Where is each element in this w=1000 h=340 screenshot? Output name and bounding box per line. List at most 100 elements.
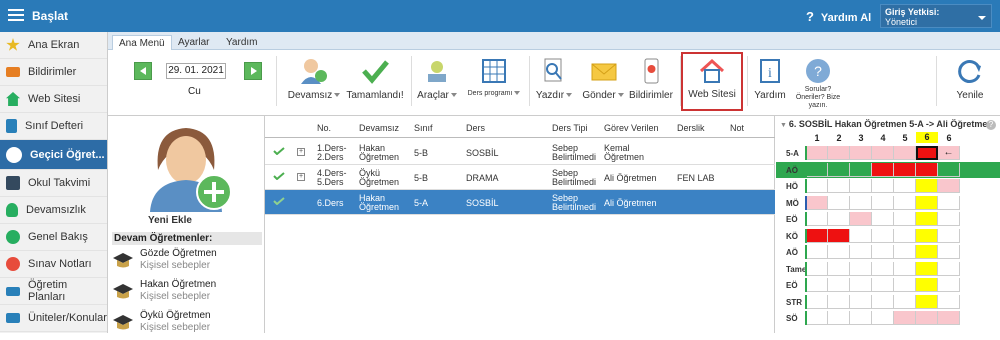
grid-cell[interactable]	[828, 195, 850, 210]
grid-cell[interactable]	[850, 228, 872, 243]
grid-cell[interactable]	[806, 261, 828, 276]
grid-cell[interactable]	[938, 228, 960, 243]
yazdir-button[interactable]: Yazdır	[532, 56, 576, 106]
grid-cell[interactable]	[806, 311, 828, 325]
grid-cell[interactable]	[850, 212, 872, 226]
hamburger-menu-icon[interactable]	[8, 9, 24, 22]
col-gorev-verilen[interactable]: Görev Verilen	[604, 123, 659, 133]
sidebar-item-gecici-ogretmen[interactable]: Geçici Öğret...	[0, 140, 107, 170]
bildirimler-button[interactable]: Bildirimler	[626, 56, 676, 106]
grid-cell[interactable]	[806, 162, 828, 177]
grid-cell[interactable]	[850, 245, 872, 259]
grid-cell[interactable]	[894, 146, 916, 160]
next-day-button[interactable]	[244, 62, 262, 80]
grid-cell[interactable]	[828, 162, 850, 177]
auth-selector[interactable]: Giriş Yetkisi: Yönetici	[880, 4, 992, 28]
araclar-button[interactable]: Araçlar	[414, 56, 460, 106]
grid-cell[interactable]	[894, 179, 916, 193]
grid-cell[interactable]	[916, 162, 938, 177]
col-derslik[interactable]: Derslik	[677, 123, 705, 133]
tab-yardim[interactable]: Yardım	[220, 35, 264, 50]
grid-cell[interactable]	[806, 179, 828, 193]
grid-cell[interactable]	[872, 212, 894, 226]
grid-cell[interactable]	[806, 146, 828, 160]
grid-cell[interactable]	[828, 179, 850, 193]
grid-cell[interactable]	[894, 261, 916, 276]
expand-icon[interactable]: +	[297, 148, 305, 156]
sidebar-item-ana-ekran[interactable]: Ana Ekran	[0, 32, 107, 59]
sidebar-item-uniteler-konular[interactable]: Üniteler/Konular	[0, 305, 107, 332]
grid-cell[interactable]	[916, 212, 938, 226]
grid-cell[interactable]	[938, 195, 960, 210]
grid-cell[interactable]	[872, 146, 894, 160]
col-no[interactable]: No.	[317, 123, 331, 133]
expand-icon[interactable]: +	[297, 173, 305, 181]
grid-cell[interactable]	[894, 278, 916, 292]
sidebar-item-sinif-defteri[interactable]: Sınıf Defteri	[0, 113, 107, 140]
grid-cell[interactable]	[894, 245, 916, 259]
grid-cell[interactable]	[894, 162, 916, 177]
grid-cell[interactable]	[828, 278, 850, 292]
grid-cell[interactable]	[806, 228, 828, 243]
grid-cell[interactable]	[828, 261, 850, 276]
grid-cell[interactable]	[872, 261, 894, 276]
grid-cell[interactable]	[894, 294, 916, 309]
help-link[interactable]: ? Yardım Al	[806, 9, 871, 24]
table-row[interactable]: + 4.Ders- 5.Ders Öykü Öğretmen 5-B DRAMA…	[265, 165, 775, 190]
sidebar-item-sinav-notlari[interactable]: Sınav Notları	[0, 251, 107, 278]
grid-cell[interactable]	[916, 311, 938, 325]
grid-cell[interactable]	[806, 245, 828, 259]
grid-cell[interactable]	[894, 195, 916, 210]
grid-cell[interactable]	[916, 294, 938, 309]
sidebar-item-web-sitesi[interactable]: Web Sitesi	[0, 86, 107, 113]
grid-cell[interactable]	[872, 179, 894, 193]
grid-cell[interactable]	[872, 245, 894, 259]
grid-cell[interactable]	[872, 294, 894, 309]
grid-cell[interactable]	[938, 179, 960, 193]
grid-cell[interactable]	[850, 294, 872, 309]
grid-cell[interactable]	[916, 278, 938, 292]
devamsiz-button[interactable]: Devamsız	[286, 56, 342, 106]
grid-cell[interactable]	[916, 261, 938, 276]
grid-cell[interactable]	[872, 278, 894, 292]
sidebar-item-genel-bakis[interactable]: Genel Bakış	[0, 224, 107, 251]
grid-cell[interactable]	[894, 212, 916, 226]
date-field[interactable]: 29. 01. 2021	[166, 63, 226, 79]
grid-cell[interactable]	[806, 212, 828, 226]
grid-cell[interactable]	[850, 261, 872, 276]
grid-cell[interactable]	[828, 212, 850, 226]
tamamlandi-button[interactable]: Tamamlandı!	[346, 56, 404, 106]
grid-cell[interactable]	[850, 162, 872, 177]
add-new-button[interactable]: Yeni Ekle	[148, 215, 192, 226]
table-row[interactable]: + 1.Ders- 2.Ders Hakan Öğretmen 5-B SOSB…	[265, 140, 775, 165]
grid-cell[interactable]: ←	[938, 146, 960, 160]
collapse-icon[interactable]: ▼	[780, 122, 789, 129]
grid-cell[interactable]	[894, 228, 916, 243]
grid-cell[interactable]	[872, 228, 894, 243]
grid-cell[interactable]	[938, 311, 960, 325]
col-devamsiz[interactable]: Devamsız	[359, 123, 399, 133]
grid-cell[interactable]	[850, 278, 872, 292]
table-row-selected[interactable]: 6.Ders Hakan Öğretmen 5-A SOSBİL Sebep B…	[265, 190, 775, 215]
grid-cell[interactable]	[828, 245, 850, 259]
teacher-item[interactable]: Öykü Öğretmen Kişisel sebepler	[112, 310, 262, 340]
grid-cell[interactable]	[938, 294, 960, 309]
teacher-item[interactable]: Hakan Öğretmen Kişisel sebepler	[112, 279, 262, 309]
grid-cell[interactable]	[916, 146, 938, 160]
grid-cell[interactable]	[938, 212, 960, 226]
grid-cell[interactable]	[938, 261, 960, 276]
grid-cell[interactable]	[806, 195, 828, 210]
grid-cell[interactable]	[806, 294, 828, 309]
web-sitesi-button[interactable]: Web Sitesi	[681, 52, 743, 111]
grid-cell[interactable]	[938, 278, 960, 292]
sidebar-item-bildirimler[interactable]: Bildirimler	[0, 59, 107, 86]
grid-cell[interactable]	[850, 195, 872, 210]
tab-ayarlar[interactable]: Ayarlar	[172, 35, 216, 50]
ders-programi-button[interactable]: Ders programı	[463, 56, 525, 106]
feedback-button[interactable]: ? Sorular? Öneriler? Bize yazın.	[790, 56, 846, 116]
prev-day-button[interactable]	[134, 62, 152, 80]
grid-cell[interactable]	[938, 245, 960, 259]
grid-cell[interactable]	[828, 228, 850, 243]
sidebar-item-ogretim-planlari[interactable]: Öğretim Planları	[0, 278, 107, 305]
grid-cell[interactable]	[850, 146, 872, 160]
